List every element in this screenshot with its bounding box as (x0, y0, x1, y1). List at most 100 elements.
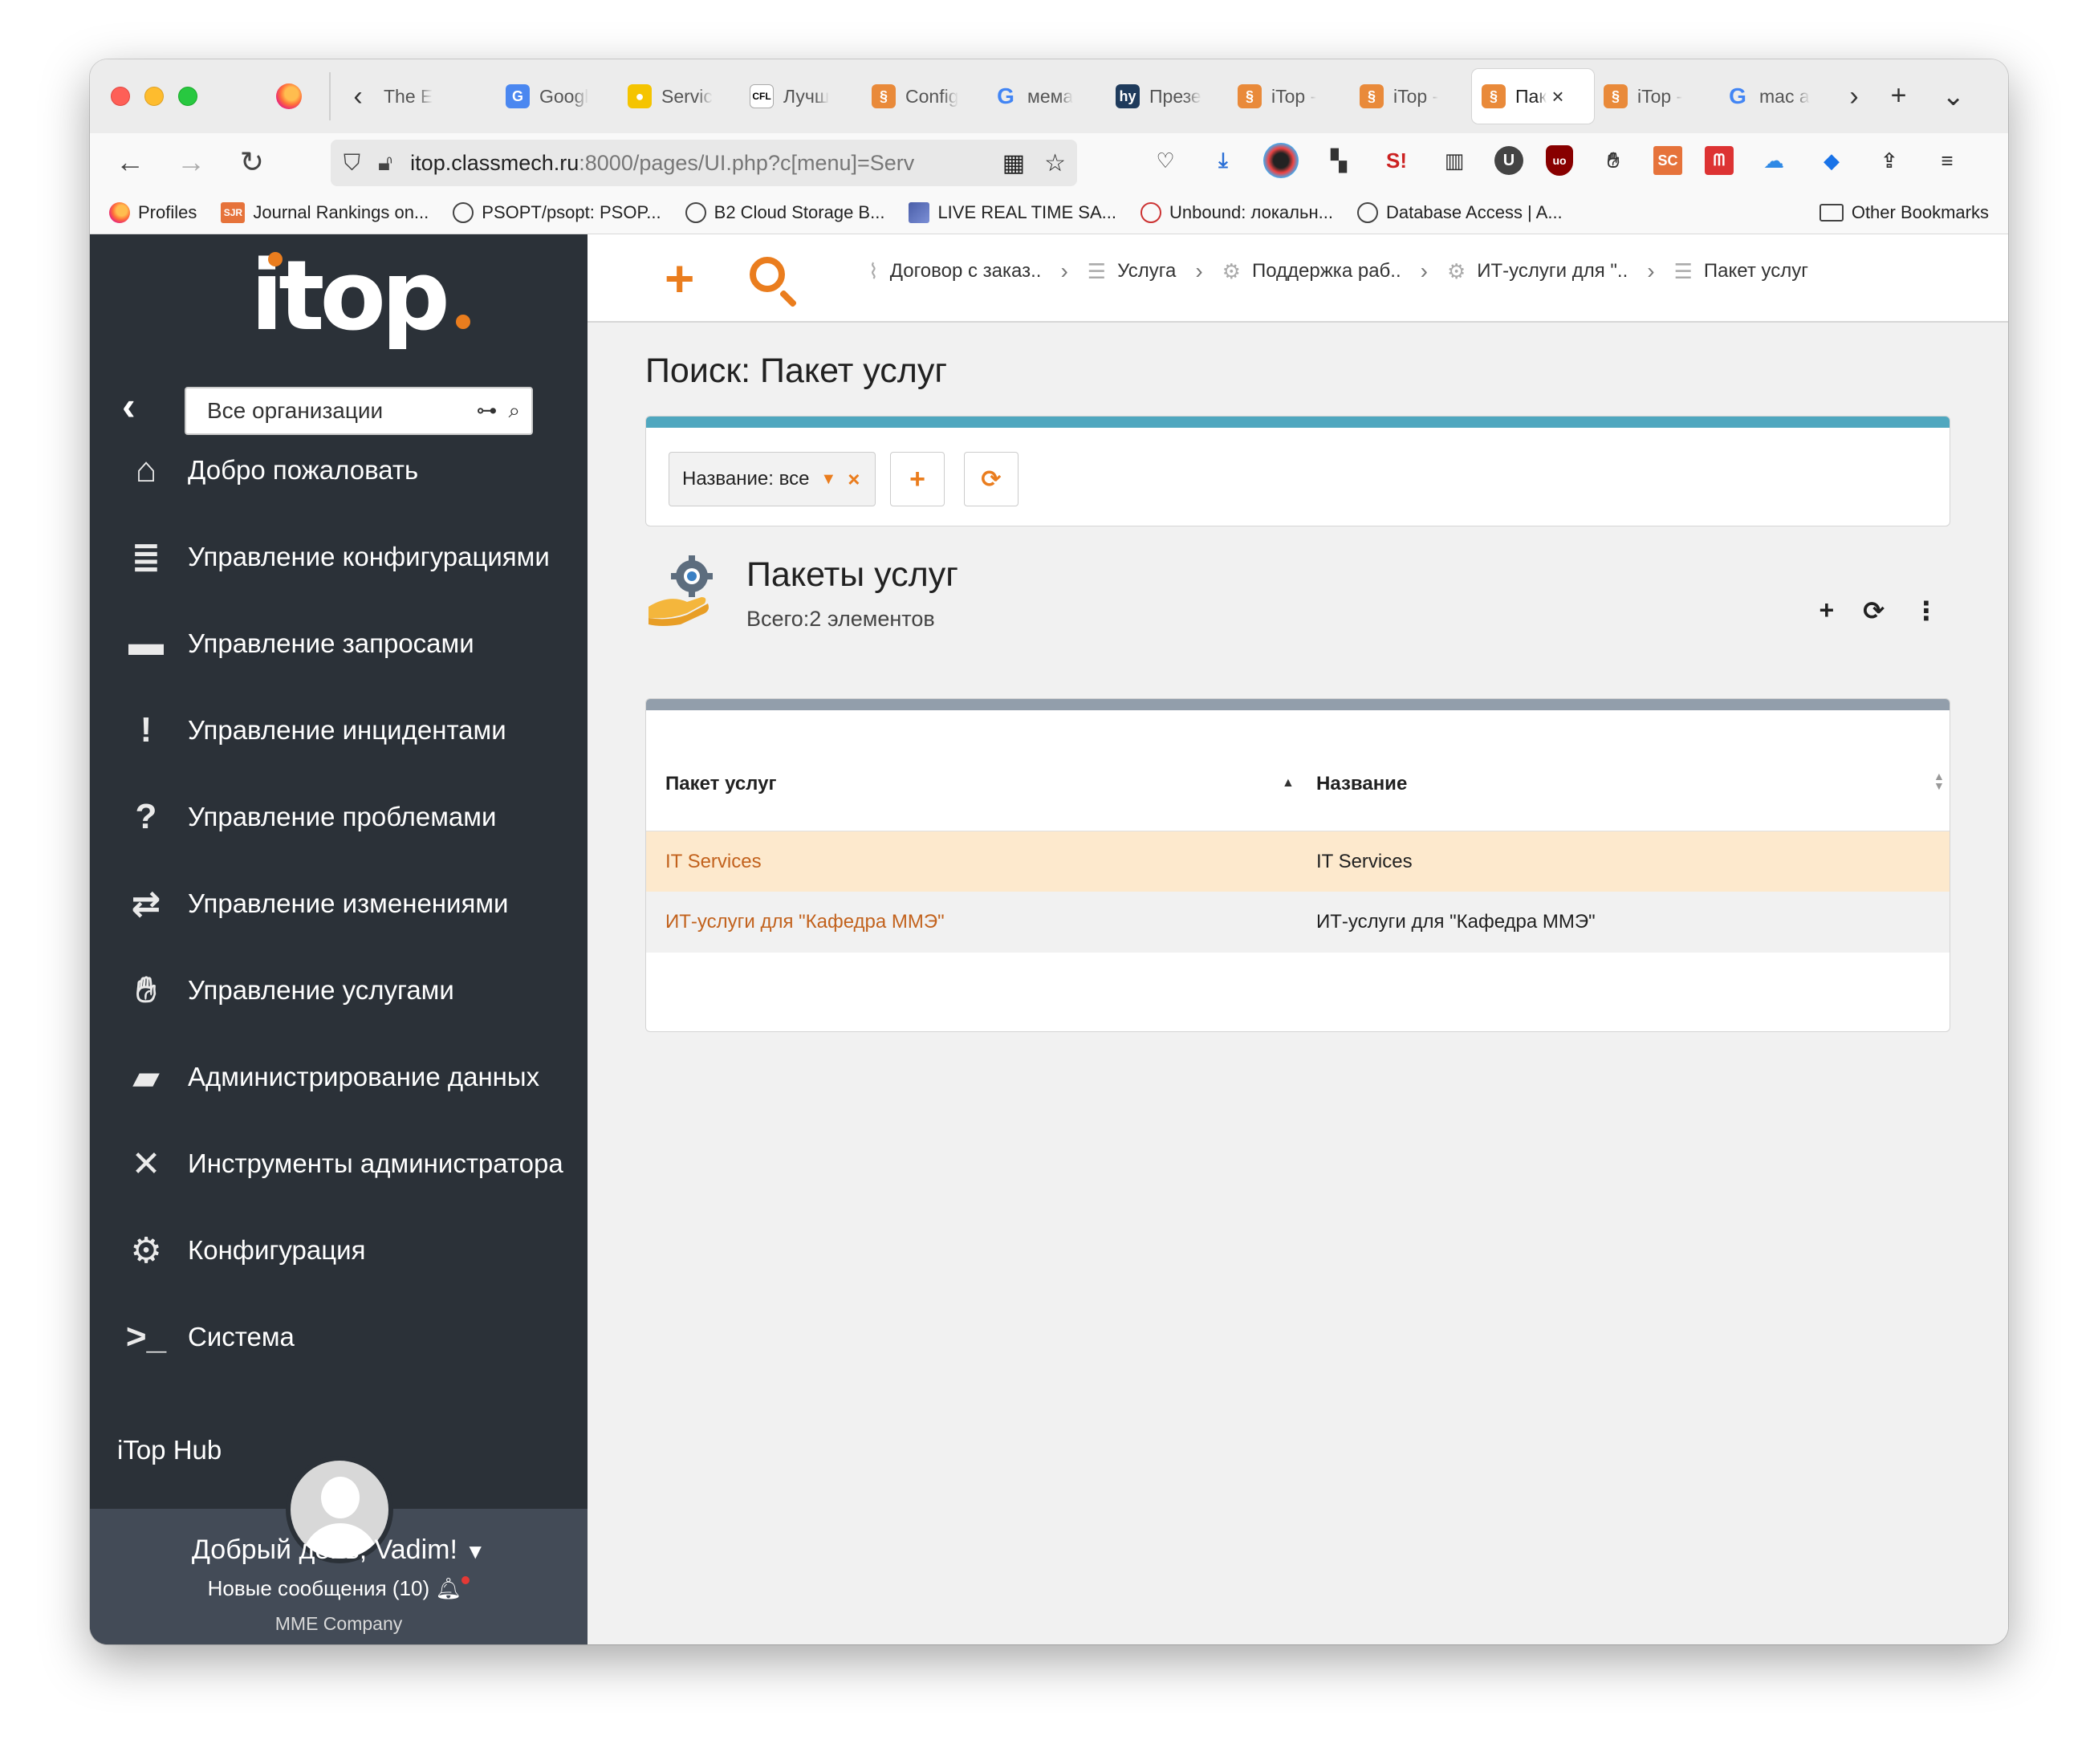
global-search-icon[interactable] (750, 257, 785, 292)
remove-criteria-icon[interactable]: × (848, 467, 860, 492)
share-icon[interactable]: ⇪ (1872, 143, 1907, 178)
menu-item-configuration-management[interactable]: ≣ Управление конфигурациями (90, 514, 588, 600)
search-criteria-name[interactable]: Название: все ▼ × (669, 452, 876, 506)
insecure-lock-icon[interactable]: 🔓︎ (378, 150, 392, 177)
bookmark-item[interactable]: Database Access | A... (1356, 201, 1563, 223)
back-icon[interactable]: ← (100, 145, 161, 179)
refresh-icon[interactable]: ⟳ (1863, 595, 1885, 626)
row-link[interactable]: ИТ-услуги для "Кафедра ММЭ" (665, 911, 945, 933)
sort-ascending-icon[interactable]: ▲ (1282, 776, 1295, 791)
browser-tab-active[interactable]: § Пак × (1472, 69, 1594, 124)
column-header-service-package[interactable]: Пакет услуг (665, 773, 776, 795)
bell-icon[interactable]: 🔔︎ (435, 1576, 461, 1600)
new-object-icon[interactable]: + (665, 249, 694, 308)
more-options-icon[interactable]: ⋮ (1913, 595, 1939, 626)
cloud-icon[interactable]: ☁ (1756, 143, 1791, 178)
sc-icon[interactable]: SC (1653, 146, 1682, 175)
bookmark-label: Profiles (138, 201, 197, 222)
new-tab-icon[interactable]: + (1891, 80, 1907, 112)
qr-code-icon[interactable]: ▦ (1002, 149, 1025, 177)
grid-icon[interactable]: ▚ (1321, 143, 1356, 178)
hierarchy-icon[interactable]: ⊶ (476, 398, 497, 424)
other-bookmarks[interactable]: Other Bookmarks (1819, 202, 1989, 223)
tabs-scroll-right-icon[interactable]: › (1838, 81, 1870, 112)
caret-down-icon[interactable]: ▼ (465, 1539, 486, 1563)
breadcrumb-item[interactable]: ☰ Услуга (1088, 259, 1177, 284)
bookmark-item[interactable]: SJR Journal Rankings on... (221, 201, 429, 223)
table-row[interactable]: ИТ-услуги для "Кафедра ММЭ" ИТ-услуги дл… (646, 892, 1950, 953)
menu-item-system[interactable]: >_ Система (90, 1294, 588, 1380)
menu-item-service-management[interactable]: ✋︎ Управление услугами (90, 947, 588, 1034)
browser-tab[interactable]: Gмема (984, 69, 1106, 124)
forward-icon[interactable]: → (161, 145, 222, 179)
user-greeting[interactable]: Добрый день, Vadim! ▼ (90, 1534, 588, 1566)
menu-icon[interactable]: ≡ (1929, 143, 1965, 178)
browser-window: ‹ The E G Googl ● Servic CFL Лучш § Config G… (90, 59, 2008, 1644)
add-icon[interactable]: + (1819, 595, 1835, 626)
menu-item-change-management[interactable]: ⇄ Управление изменениями (90, 860, 588, 947)
fence-icon[interactable]: ▥ (1437, 143, 1472, 178)
itop-logo[interactable]: itop (250, 249, 475, 345)
new-messages[interactable]: Новые сообщения (10) 🔔︎ (90, 1576, 588, 1601)
menu-item-request-management[interactable]: ▬ Управление запросами (90, 600, 588, 687)
bookmark-item[interactable]: B2 Cloud Storage B... (685, 201, 884, 223)
diamond-icon[interactable]: ◆ (1814, 143, 1849, 178)
breadcrumb-item[interactable]: ⚙ ИТ-услуги для ".. (1447, 259, 1628, 284)
table-row[interactable]: IT Services IT Services (646, 831, 1950, 892)
bookmark-label: LIVE REAL TIME SA... (937, 201, 1116, 222)
url-text[interactable]: itop.classmech.ru:8000/pages/UI.php?c[me… (410, 151, 972, 176)
bookmark-item[interactable]: Unbound: локальн... (1140, 201, 1333, 223)
download-icon[interactable]: ⤓ (1206, 143, 1241, 178)
mendeley-icon[interactable]: ᗰ (1705, 146, 1734, 175)
firefox-icon[interactable] (276, 83, 302, 109)
close-tab-icon[interactable]: × (1551, 84, 1563, 109)
s-icon[interactable]: S! (1379, 143, 1414, 178)
bookmark-item[interactable]: PSOPT/psopt: PSOP... (453, 201, 661, 223)
menu-item-configuration[interactable]: ⚙ Конфигурация (90, 1207, 588, 1294)
menu-item-admin-tools[interactable]: ✕ Инструменты администратора (90, 1120, 588, 1207)
refresh-search-button[interactable]: ⟳ (964, 452, 1019, 506)
browser-tab[interactable]: § iTop - (1350, 69, 1472, 124)
breadcrumb-item[interactable]: ⌇ Договор с заказ.. (868, 259, 1041, 284)
breadcrumb-item[interactable]: ⚙ Поддержка раб.. (1222, 259, 1401, 284)
browser-tab[interactable]: CFL Лучш (740, 69, 862, 124)
browser-tab[interactable]: The E (374, 69, 496, 124)
u-icon[interactable]: U (1494, 146, 1523, 175)
gnome-icon[interactable]: ✋︎ (1596, 143, 1631, 178)
caret-down-icon[interactable]: ▼ (820, 470, 836, 489)
bookmark-item[interactable]: LIVE REAL TIME SA... (909, 201, 1116, 223)
browser-tab[interactable]: § Config (862, 69, 984, 124)
shield-icon[interactable]: ⛉ (344, 150, 360, 177)
browser-tab[interactable]: hy Презе (1106, 69, 1228, 124)
avatar-head-icon (321, 1477, 360, 1518)
menu-item-problem-management[interactable]: ? Управление проблемами (90, 774, 588, 860)
menu-item-welcome[interactable]: ⌂ Добро пожаловать (90, 427, 588, 514)
breadcrumb-item[interactable]: ☰ Пакет услуг (1674, 259, 1808, 284)
address-bar[interactable]: ⛉ 🔓︎ itop.classmech.ru:8000/pages/UI.php… (331, 140, 1077, 186)
tabs-scroll-left-icon[interactable]: ‹ (342, 81, 374, 112)
menu-item-itop-hub[interactable]: iTop Hub (117, 1435, 222, 1465)
pocket-icon[interactable]: ♡ (1148, 143, 1183, 178)
collapse-menu-icon[interactable]: ‹ (122, 383, 136, 429)
reload-icon[interactable]: ↻ (222, 145, 283, 179)
browser-tab[interactable]: § iTop - (1594, 69, 1716, 124)
search-icon[interactable]: ⌕ (508, 398, 520, 424)
browser-tab[interactable]: § iTop - (1228, 69, 1350, 124)
bookmark-item[interactable]: Profiles (109, 201, 197, 223)
bookmark-star-icon[interactable]: ☆ (1044, 149, 1066, 177)
browser-tab[interactable]: G Googl (496, 69, 618, 124)
ublock-icon[interactable]: uo (1546, 145, 1573, 176)
add-criteria-button[interactable]: + (890, 452, 945, 506)
zoom-window-button[interactable] (178, 87, 197, 106)
row-link[interactable]: IT Services (665, 851, 762, 873)
browser-tab[interactable]: Gmac a (1716, 69, 1838, 124)
browser-tab[interactable]: ● Servic (618, 69, 740, 124)
column-header-name[interactable]: Название (1316, 773, 1407, 795)
menu-item-data-administration[interactable]: ▰ Администрирование данных (90, 1034, 588, 1120)
tab-list-icon[interactable]: ⌄ (1942, 80, 1966, 112)
camera-icon[interactable] (1263, 143, 1299, 178)
menu-item-incident-management[interactable]: ! Управление инцидентами (90, 687, 588, 774)
minimize-window-button[interactable] (144, 87, 164, 106)
sort-icon[interactable]: ▲ ▼ (1933, 770, 1945, 791)
close-window-button[interactable] (111, 87, 130, 106)
